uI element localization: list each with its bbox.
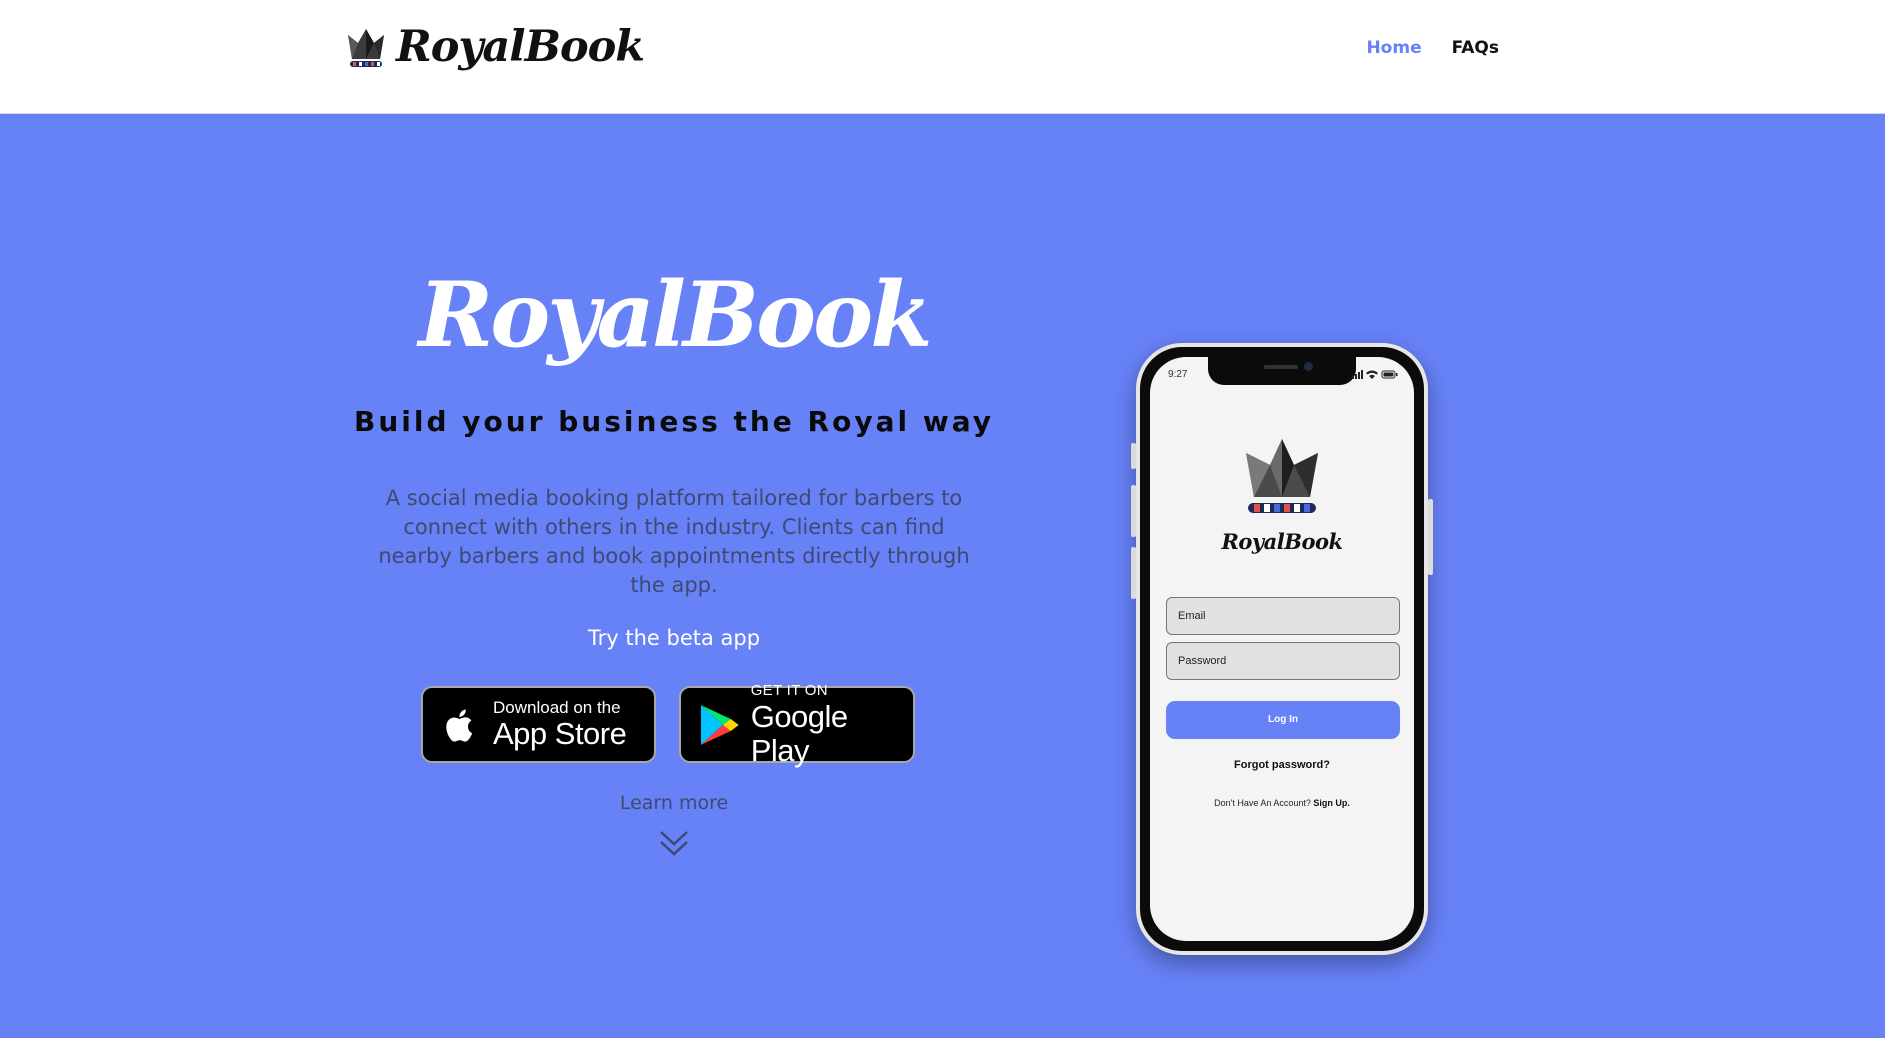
beta-label: Try the beta app — [587, 626, 761, 650]
hero-tagline: Build your business the Royal way — [354, 405, 994, 438]
phone-speaker — [1264, 365, 1298, 369]
status-bar-icons — [1352, 370, 1398, 379]
crown-icon — [348, 29, 384, 67]
google-play-icon — [700, 704, 739, 745]
signup-link[interactable]: Sign Up. — [1313, 798, 1350, 808]
phone-volume-up-button — [1131, 485, 1136, 537]
double-chevron-down-icon[interactable] — [658, 828, 690, 860]
app-store-button[interactable]: Download on the App Store — [421, 686, 656, 763]
google-play-small-text: GET IT ON — [750, 681, 828, 699]
hero-description: A social media booking platform tailored… — [378, 486, 970, 597]
phone-side-button — [1131, 443, 1136, 469]
forgot-password-link[interactable]: Forgot password? — [1150, 759, 1414, 771]
nav-link-faqs[interactable]: FAQs — [1452, 38, 1499, 58]
hero-title: RoyalBook — [418, 262, 932, 368]
learn-more-link[interactable]: Learn more — [574, 792, 774, 814]
app-store-large-text: App Store — [493, 715, 627, 751]
password-field[interactable]: Password — [1166, 642, 1400, 680]
crown-icon — [1246, 439, 1318, 513]
phone-power-button — [1428, 499, 1433, 575]
phone-screen: 9:27 RoyalBook Email Password Log In For… — [1150, 357, 1414, 941]
nav-link-home[interactable]: Home — [1366, 38, 1421, 58]
main-nav: Home FAQs — [1366, 38, 1499, 58]
google-play-button[interactable]: GET IT ON Google Play — [679, 682, 915, 767]
camera-icon — [1304, 362, 1313, 371]
status-time: 9:27 — [1168, 369, 1188, 380]
phone-mockup: 9:27 RoyalBook Email Password Log In For… — [1131, 343, 1433, 955]
login-button[interactable]: Log In — [1166, 701, 1400, 739]
signup-prompt: Don't Have An Account? Sign Up. — [1150, 798, 1414, 808]
site-header: RoyalBook Home FAQs — [0, 0, 1885, 114]
apple-icon — [446, 709, 473, 742]
email-field[interactable]: Email — [1166, 597, 1400, 635]
no-account-text: Don't Have An Account? — [1214, 798, 1311, 808]
phone-notch — [1208, 357, 1356, 385]
brand-name: RoyalBook — [396, 22, 645, 72]
app-store-small-text: Download on the — [493, 697, 621, 717]
phone-volume-down-button — [1131, 547, 1136, 599]
brand-logo[interactable]: RoyalBook — [346, 22, 645, 72]
app-name: RoyalBook — [1221, 529, 1343, 554]
google-play-large-text: Google Play — [750, 698, 848, 768]
